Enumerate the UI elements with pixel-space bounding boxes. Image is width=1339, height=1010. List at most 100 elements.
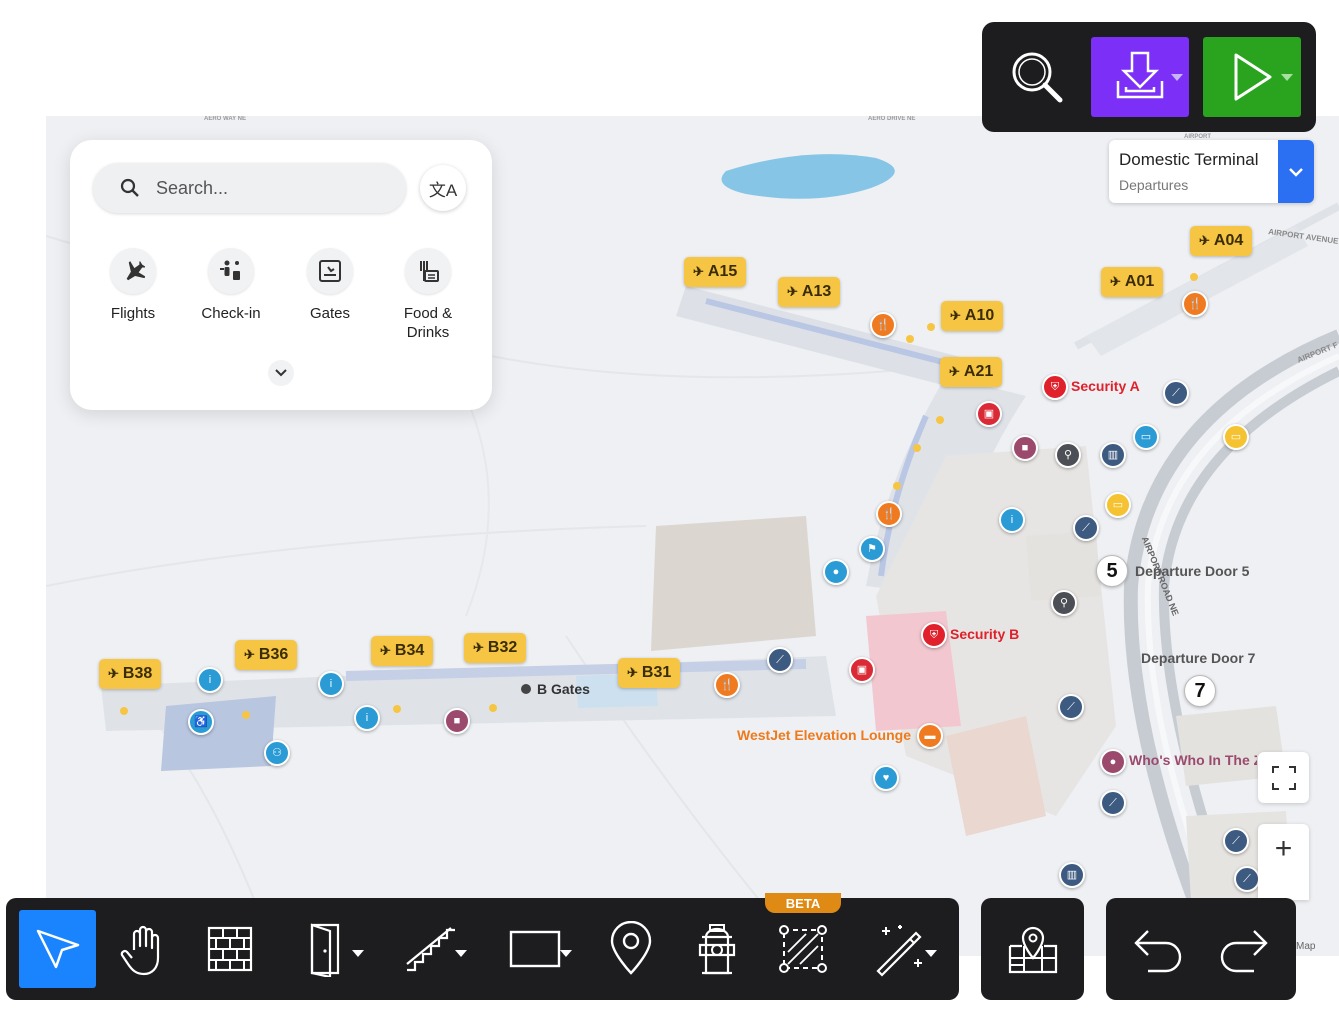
gate-marker-a10[interactable]: ✈ A10 — [941, 301, 1004, 331]
pin-tool-button[interactable] — [596, 910, 666, 988]
restaurant-icon[interactable]: 🍴 — [876, 501, 902, 527]
category-food-drinks[interactable]: Food & Drinks — [383, 248, 473, 342]
security-shield-icon[interactable]: ⛨ — [921, 622, 947, 648]
pan-tool-button[interactable] — [108, 910, 182, 988]
location-pin-icon[interactable]: ● — [823, 559, 849, 585]
bus-icon[interactable]: ▣ — [976, 401, 1002, 427]
plane-icon: ✈ — [473, 640, 484, 655]
map-attribution: Map — [1296, 941, 1316, 952]
category-check-in[interactable]: Check-in — [186, 248, 276, 323]
caret-down-icon — [560, 950, 572, 957]
gate-dot — [913, 444, 921, 452]
top-toolbar — [982, 22, 1316, 132]
escalator-icon[interactable]: ⟋ — [1234, 866, 1260, 892]
plane-icon: ✈ — [380, 643, 391, 658]
medical-icon[interactable]: ♥ — [873, 765, 899, 791]
redo-button[interactable] — [1212, 918, 1276, 980]
shape-tool-button[interactable] — [490, 910, 582, 988]
gate-marker-b34[interactable]: ✈ B34 — [371, 636, 434, 666]
zoom-in-icon[interactable]: + — [1275, 832, 1293, 866]
lounge-icon[interactable]: ▬ — [917, 723, 943, 749]
gate-dot — [1190, 273, 1198, 281]
search-box[interactable] — [93, 163, 406, 213]
escalator-icon[interactable]: ⟋ — [1163, 380, 1189, 406]
terminal-selector[interactable]: Domestic Terminal Departures — [1109, 140, 1314, 203]
play-button[interactable] — [1203, 37, 1301, 117]
gate-marker-b36[interactable]: ✈ B36 — [235, 640, 298, 670]
category-label: Gates — [309, 305, 351, 322]
stairs-tool-button[interactable] — [385, 910, 477, 988]
security-shield-icon[interactable]: ⛨ — [1042, 374, 1068, 400]
terminal-dropdown-button[interactable] — [1278, 140, 1314, 203]
rectangle-icon — [509, 930, 561, 968]
bus-icon[interactable]: ▣ — [849, 657, 875, 683]
map-view-button[interactable] — [981, 898, 1084, 1000]
area-tool-button[interactable] — [767, 910, 839, 988]
fire-hydrant-icon — [698, 924, 736, 975]
taxi-icon[interactable]: ▭ — [1133, 424, 1159, 450]
elevator-icon[interactable]: ▥ — [1059, 862, 1085, 888]
escalator-icon[interactable]: ⟋ — [1100, 790, 1126, 816]
gate-marker-b38[interactable]: ✈ B38 — [99, 659, 162, 689]
magic-tool-button[interactable] — [855, 910, 945, 988]
accessibility-icon[interactable]: ♿ — [188, 709, 214, 735]
wall-tool-button[interactable] — [193, 910, 267, 988]
cursor-arrow-icon — [36, 929, 79, 969]
select-tool-button[interactable] — [19, 910, 96, 988]
gate-marker-a21[interactable]: ✈ A21 — [940, 357, 1003, 387]
search-button[interactable] — [994, 37, 1080, 117]
restaurant-icon[interactable]: 🍴 — [714, 672, 740, 698]
fullscreen-button[interactable] — [1258, 752, 1309, 803]
gate-marker-a13[interactable]: ✈ A13 — [778, 277, 841, 307]
escalator-icon[interactable]: ⟋ — [1058, 694, 1084, 720]
gate-marker-b32[interactable]: ✈ B32 — [464, 633, 527, 663]
lounge-label: WestJet Elevation Lounge — [737, 727, 911, 743]
plane-icon: ✈ — [787, 284, 798, 299]
search-input[interactable] — [156, 177, 386, 199]
baggage-icon[interactable]: ⚑ — [859, 536, 885, 562]
info-icon[interactable]: i — [354, 705, 380, 731]
gate-marker-a04[interactable]: ✈ A04 — [1190, 226, 1253, 256]
plane-icon: ✈ — [244, 647, 255, 662]
escalator-icon[interactable]: ⟋ — [1223, 828, 1249, 854]
restroom-icon[interactable]: ⚲ — [1055, 442, 1081, 468]
check-in-icon — [208, 248, 254, 294]
shop-icon[interactable]: ● — [1100, 749, 1126, 775]
terminal-mode: Departures — [1119, 177, 1189, 193]
info-icon[interactable]: i — [999, 507, 1025, 533]
family-icon[interactable]: ⚇ — [264, 740, 290, 766]
hydrant-tool-button[interactable] — [682, 910, 752, 988]
shuttle-icon[interactable]: ▭ — [1105, 492, 1131, 518]
restaurant-icon[interactable]: 🍴 — [870, 312, 896, 338]
shuttle-icon[interactable]: ▭ — [1223, 424, 1249, 450]
gate-marker-a15[interactable]: ✈ A15 — [684, 257, 747, 287]
gate-marker-b31[interactable]: ✈ B31 — [618, 658, 681, 688]
door-5-marker[interactable]: 5 — [1096, 555, 1128, 587]
undo-icon — [1134, 930, 1182, 973]
shop-bag-icon[interactable]: ■ — [1012, 435, 1038, 461]
expand-categories-button[interactable] — [268, 360, 294, 386]
terminal-name: Domestic Terminal — [1119, 150, 1259, 169]
history-controls — [1106, 898, 1296, 1000]
category-gates[interactable]: Gates — [285, 248, 375, 323]
gate-dot — [120, 707, 128, 715]
info-icon[interactable]: i — [318, 671, 344, 697]
plane-icon: ✈ — [108, 666, 119, 681]
escalator-icon[interactable]: ⟋ — [1073, 515, 1099, 541]
import-button[interactable] — [1091, 37, 1189, 117]
door-7-marker[interactable]: 7 — [1184, 675, 1216, 707]
info-icon[interactable]: i — [197, 667, 223, 693]
escalator-icon[interactable]: ⟋ — [767, 647, 793, 673]
zoom-control[interactable]: + — [1258, 824, 1309, 900]
translate-button[interactable]: 文A — [420, 165, 466, 211]
undo-button[interactable] — [1126, 918, 1190, 980]
search-icon — [1012, 52, 1063, 103]
gate-dot — [489, 704, 497, 712]
door-tool-button[interactable] — [282, 910, 372, 988]
restaurant-icon[interactable]: 🍴 — [1182, 291, 1208, 317]
elevator-icon[interactable]: ▥ — [1100, 442, 1126, 468]
shop-bag-icon[interactable]: ■ — [444, 708, 470, 734]
restroom-icon[interactable]: ⚲ — [1051, 590, 1077, 616]
gate-marker-a01[interactable]: ✈ A01 — [1101, 267, 1164, 297]
category-flights[interactable]: Flights — [88, 248, 178, 323]
